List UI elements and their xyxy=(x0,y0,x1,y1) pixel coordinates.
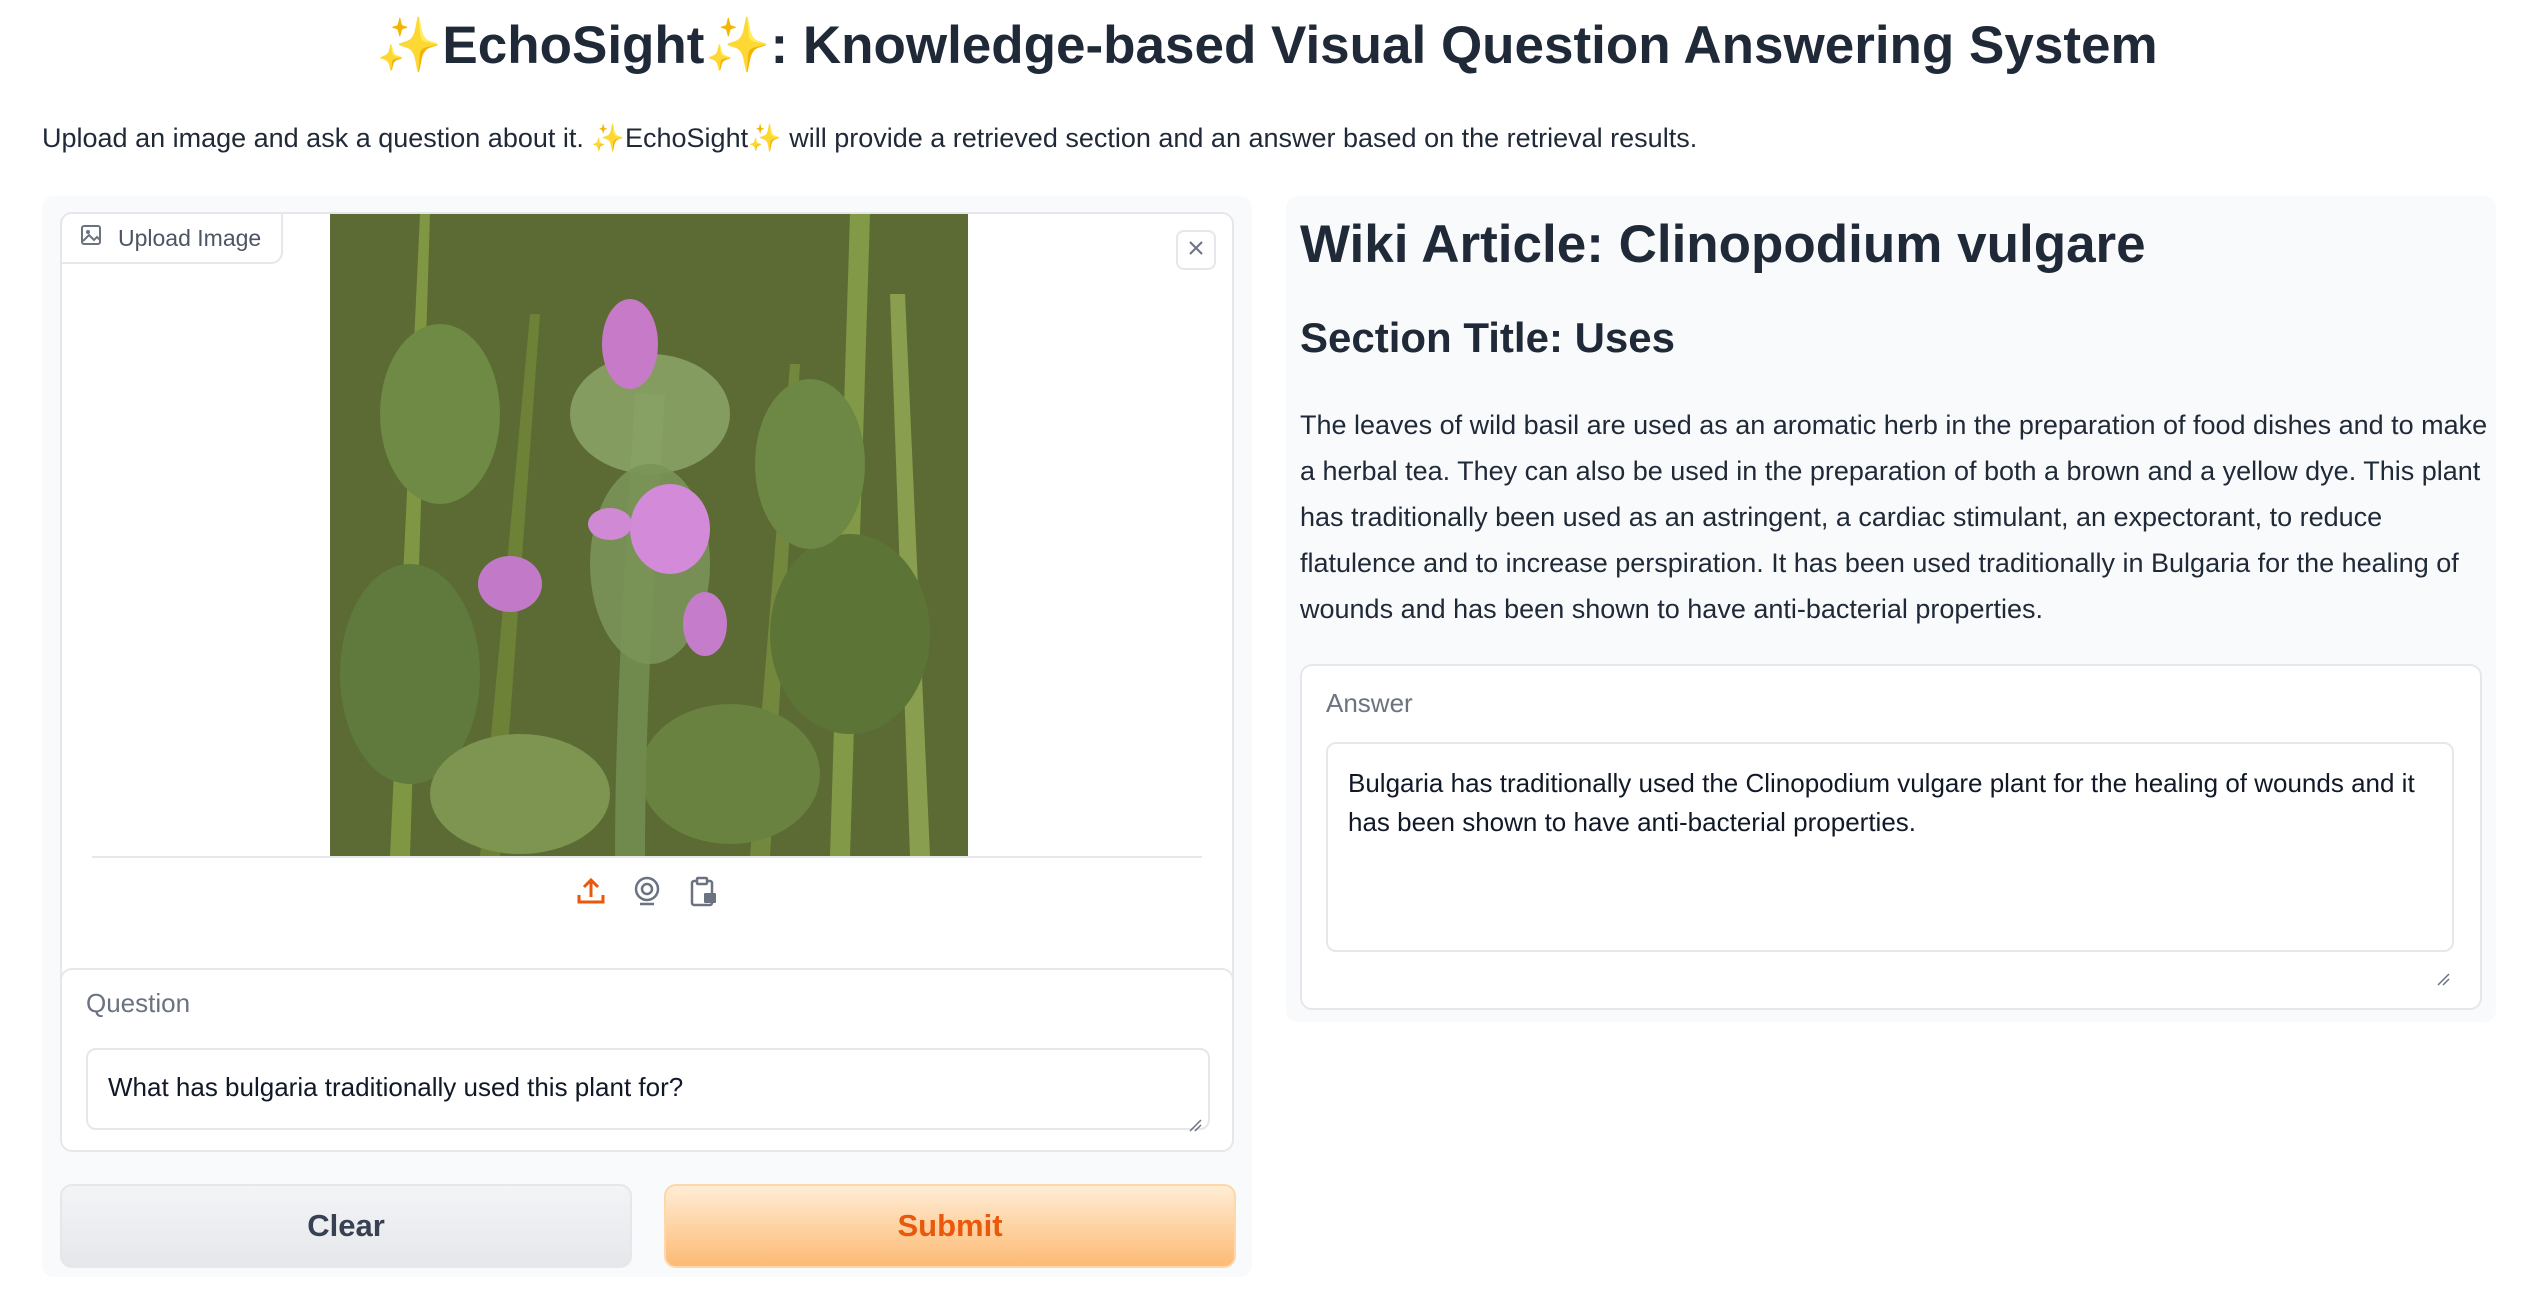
result-panel: Wiki Article: Clinopodium vulgare Sectio… xyxy=(1286,196,2496,1022)
sparkle-icon: ✨ xyxy=(376,16,443,75)
webcam-icon[interactable] xyxy=(630,874,664,908)
clipboard-icon[interactable] xyxy=(686,874,720,908)
question-input[interactable]: What has bulgaria traditionally used thi… xyxy=(86,1048,1210,1130)
upload-image-label: Upload Image xyxy=(60,212,284,264)
app-name: EchoSight xyxy=(442,16,705,75)
submit-button[interactable]: Submit xyxy=(664,1184,1236,1268)
answer-box: Answer Bulgaria has traditionally used t… xyxy=(1300,664,2482,1010)
resize-handle-icon[interactable] xyxy=(2436,972,2450,986)
wiki-article-heading: Wiki Article: Clinopodium vulgare xyxy=(1300,215,2146,274)
question-box: Question What has bulgaria traditionally… xyxy=(60,968,1234,1152)
sparkle-icon: ✨ xyxy=(748,123,782,153)
image-source-selector xyxy=(62,874,1232,908)
section-text: The leaves of wild basil are used as an … xyxy=(1300,410,2488,624)
divider xyxy=(92,856,1202,858)
answer-label: Answer xyxy=(1326,688,1413,718)
resize-handle-icon[interactable] xyxy=(1188,1118,1202,1132)
answer-output[interactable]: Bulgaria has traditionally used the Clin… xyxy=(1326,742,2454,952)
title-suffix: : Knowledge-based Visual Question Answer… xyxy=(770,16,2158,75)
question-label: Question xyxy=(86,988,191,1018)
remove-image-button[interactable] xyxy=(1176,230,1216,270)
clear-button[interactable]: Clear xyxy=(60,1184,632,1268)
sparkle-icon: ✨ xyxy=(704,16,771,75)
page-title: ✨EchoSight✨: Knowledge-based Visual Ques… xyxy=(0,14,2534,76)
uploaded-image xyxy=(330,214,968,856)
image-icon xyxy=(80,224,102,252)
description: Upload an image and ask a question about… xyxy=(42,123,1698,153)
input-panel: Upload Image Question What has bulgaria … xyxy=(42,196,1252,1277)
section-title-heading: Section Title: Uses xyxy=(1300,314,1676,361)
sparkle-icon: ✨ xyxy=(591,123,625,153)
upload-icon[interactable] xyxy=(574,874,608,908)
close-icon xyxy=(1187,239,1205,262)
